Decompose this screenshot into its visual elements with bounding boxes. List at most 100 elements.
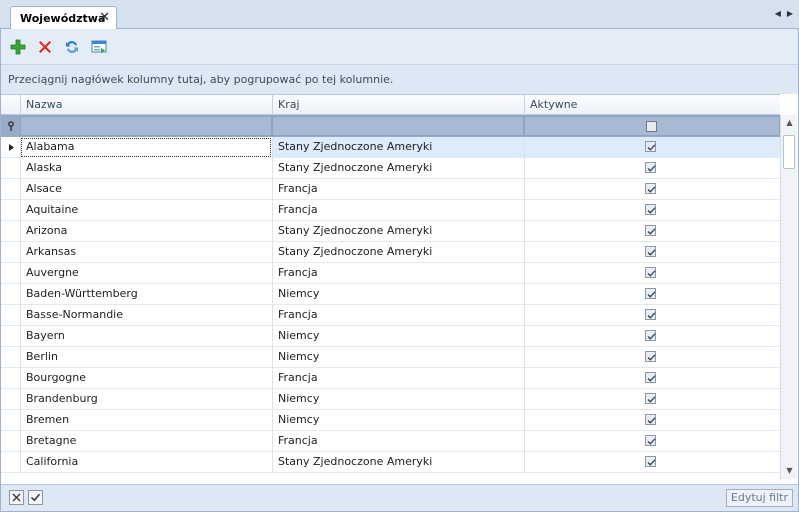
row-indicator[interactable]: [1, 158, 20, 179]
cell-active[interactable]: [524, 368, 780, 389]
active-checkbox[interactable]: [645, 162, 656, 173]
column-header-name[interactable]: Nazwa: [20, 95, 272, 115]
cell-country[interactable]: Niemcy: [272, 389, 524, 410]
cell-active[interactable]: [524, 347, 780, 368]
chevron-left-icon[interactable]: ◀: [775, 9, 781, 18]
table-row[interactable]: Bremen Niemcy: [1, 410, 780, 431]
row-indicator[interactable]: [1, 263, 20, 284]
active-checkbox[interactable]: [645, 435, 656, 446]
add-button[interactable]: [9, 38, 27, 56]
cell-name[interactable]: Brandenburg: [20, 389, 272, 410]
table-row[interactable]: California Stany Zjednoczone Ameryki: [1, 452, 780, 473]
active-checkbox[interactable]: [645, 246, 656, 257]
cell-active[interactable]: [524, 305, 780, 326]
export-button[interactable]: [90, 38, 108, 56]
cell-active[interactable]: [524, 137, 780, 158]
active-checkbox[interactable]: [645, 414, 656, 425]
filter-active-checkbox[interactable]: [646, 121, 657, 132]
cell-active[interactable]: [524, 452, 780, 473]
cell-country[interactable]: Niemcy: [272, 284, 524, 305]
table-row[interactable]: Arkansas Stany Zjednoczone Ameryki: [1, 242, 780, 263]
table-row[interactable]: Berlin Niemcy: [1, 347, 780, 368]
cell-active[interactable]: [524, 326, 780, 347]
table-row[interactable]: Baden-Württemberg Niemcy: [1, 284, 780, 305]
cell-name[interactable]: Arizona: [20, 221, 272, 242]
cell-country[interactable]: Francja: [272, 179, 524, 200]
cell-country[interactable]: Francja: [272, 200, 524, 221]
cell-country[interactable]: Niemcy: [272, 326, 524, 347]
table-row[interactable]: Arizona Stany Zjednoczone Ameryki: [1, 221, 780, 242]
cell-country[interactable]: Stany Zjednoczone Ameryki: [272, 452, 524, 473]
cell-active[interactable]: [524, 410, 780, 431]
cell-country[interactable]: Stany Zjednoczone Ameryki: [272, 242, 524, 263]
cell-name[interactable]: Baden-Württemberg: [20, 284, 272, 305]
table-row[interactable]: Brandenburg Niemcy: [1, 389, 780, 410]
active-checkbox[interactable]: [645, 183, 656, 194]
cell-name[interactable]: Bremen: [20, 410, 272, 431]
delete-button[interactable]: [36, 38, 54, 56]
cell-name[interactable]: Auvergne: [20, 263, 272, 284]
row-indicator[interactable]: [1, 410, 20, 431]
vertical-scrollbar[interactable]: ▲ ▼: [780, 115, 797, 479]
active-checkbox[interactable]: [645, 309, 656, 320]
tab-wojewodztwa[interactable]: Województwa ✕: [10, 6, 117, 30]
cell-active[interactable]: [524, 389, 780, 410]
table-row[interactable]: Alabama Stany Zjednoczone Ameryki: [1, 137, 780, 158]
table-row[interactable]: Bayern Niemcy: [1, 326, 780, 347]
cell-country[interactable]: Stany Zjednoczone Ameryki: [272, 137, 524, 158]
active-checkbox[interactable]: [645, 267, 656, 278]
table-row[interactable]: Auvergne Francja: [1, 263, 780, 284]
scroll-down-icon[interactable]: ▼: [781, 463, 798, 479]
row-indicator[interactable]: [1, 221, 20, 242]
cell-active[interactable]: [524, 284, 780, 305]
edit-filter-button[interactable]: Edytuj filtr: [725, 489, 793, 507]
cell-name[interactable]: Bretagne: [20, 431, 272, 452]
filter-active-cell[interactable]: [524, 116, 780, 136]
column-header-active[interactable]: Aktywne: [524, 95, 780, 115]
cell-name[interactable]: Bayern: [20, 326, 272, 347]
row-indicator[interactable]: [1, 452, 20, 473]
active-checkbox[interactable]: [645, 225, 656, 236]
row-indicator[interactable]: [1, 347, 20, 368]
clear-filter-button[interactable]: [9, 490, 24, 505]
table-row[interactable]: Basse-Normandie Francja: [1, 305, 780, 326]
table-row[interactable]: Alsace Francja: [1, 179, 780, 200]
row-indicator[interactable]: [1, 389, 20, 410]
table-row[interactable]: Alaska Stany Zjednoczone Ameryki: [1, 158, 780, 179]
cell-country[interactable]: Francja: [272, 431, 524, 452]
cell-active[interactable]: [524, 158, 780, 179]
cell-country[interactable]: Niemcy: [272, 410, 524, 431]
cell-country[interactable]: Francja: [272, 305, 524, 326]
cell-name[interactable]: California: [20, 452, 272, 473]
cell-active[interactable]: [524, 431, 780, 452]
cell-active[interactable]: [524, 179, 780, 200]
row-indicator[interactable]: [1, 431, 20, 452]
cell-name[interactable]: Alaska: [20, 158, 272, 179]
cell-country[interactable]: Stany Zjednoczone Ameryki: [272, 221, 524, 242]
table-row[interactable]: Bourgogne Francja: [1, 368, 780, 389]
cell-country[interactable]: Niemcy: [272, 347, 524, 368]
row-indicator[interactable]: [1, 305, 20, 326]
row-indicator[interactable]: [1, 326, 20, 347]
active-checkbox[interactable]: [645, 204, 656, 215]
column-header-country[interactable]: Kraj: [272, 95, 524, 115]
active-checkbox[interactable]: [645, 330, 656, 341]
cell-name[interactable]: Bourgogne: [20, 368, 272, 389]
filter-country-input[interactable]: [272, 116, 524, 136]
scroll-thumb[interactable]: [783, 135, 795, 169]
row-indicator[interactable]: [1, 284, 20, 305]
chevron-right-icon[interactable]: ▶: [787, 9, 793, 18]
active-checkbox[interactable]: [645, 351, 656, 362]
cell-active[interactable]: [524, 221, 780, 242]
refresh-button[interactable]: [63, 38, 81, 56]
cell-name[interactable]: Basse-Normandie: [20, 305, 272, 326]
cell-country[interactable]: Francja: [272, 263, 524, 284]
cell-name[interactable]: Aquitaine: [20, 200, 272, 221]
cell-name[interactable]: Alabama: [20, 137, 272, 158]
cell-country[interactable]: Francja: [272, 368, 524, 389]
cell-active[interactable]: [524, 242, 780, 263]
table-row[interactable]: Aquitaine Francja: [1, 200, 780, 221]
cell-country[interactable]: Stany Zjednoczone Ameryki: [272, 158, 524, 179]
active-checkbox[interactable]: [645, 372, 656, 383]
close-icon[interactable]: ✕: [99, 11, 110, 25]
